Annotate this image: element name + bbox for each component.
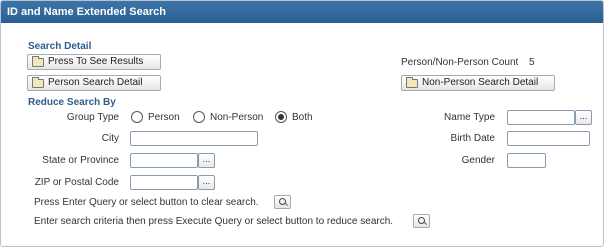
radio-both-label: Both [292, 112, 313, 123]
gender-field[interactable] [507, 153, 546, 168]
radio-non-person-label: Non-Person [210, 112, 264, 123]
folder-icon [32, 77, 44, 88]
birth-date-label: Birth Date [450, 133, 495, 144]
gender-label: Gender [461, 155, 495, 166]
zip-postal-code-label: ZIP or Postal Code [34, 177, 119, 188]
press-to-see-results-button[interactable]: Press To See Results [27, 54, 161, 70]
reduce-search-button[interactable] [413, 214, 430, 228]
folder-icon [32, 56, 44, 67]
press-to-see-results-label: Press To See Results [48, 56, 144, 67]
zip-postal-code-lookup-button[interactable]: ... [198, 175, 215, 190]
state-province-field[interactable] [130, 153, 198, 168]
reduce-search-instruction: Enter search criteria then press Execute… [34, 216, 394, 227]
non-person-search-detail-button[interactable]: Non-Person Search Detail [401, 75, 555, 91]
radio-both[interactable] [275, 111, 287, 123]
person-non-person-count-label: Person/Non-Person Count [401, 57, 519, 68]
birth-date-field[interactable] [507, 131, 590, 146]
group-type-label: Group Type [66, 112, 119, 123]
clear-search-instruction: Press Enter Query or select button to cl… [34, 197, 259, 208]
radio-person-label: Person [148, 112, 180, 123]
search-icon [418, 217, 425, 224]
person-non-person-count-value: 5 [529, 57, 535, 68]
panel-title: ID and Name Extended Search [1, 1, 603, 23]
state-province-lookup-button[interactable]: ... [198, 153, 215, 168]
radio-person[interactable] [131, 111, 143, 123]
search-detail-heading: Search Detail [28, 41, 92, 52]
person-search-detail-button[interactable]: Person Search Detail [27, 75, 161, 91]
clear-search-button[interactable] [274, 195, 291, 209]
reduce-search-by-heading: Reduce Search By [28, 97, 116, 108]
name-type-label: Name Type [444, 112, 495, 123]
city-label: City [101, 133, 119, 144]
name-type-field[interactable] [507, 110, 575, 125]
radio-non-person[interactable] [193, 111, 205, 123]
folder-icon [406, 77, 418, 88]
person-search-detail-label: Person Search Detail [48, 77, 143, 88]
id-name-extended-search-panel: ID and Name Extended Search Search Detai… [0, 0, 604, 247]
city-field[interactable] [130, 131, 258, 146]
search-icon [279, 198, 286, 205]
zip-postal-code-field[interactable] [130, 175, 198, 190]
state-province-label: State or Province [42, 155, 119, 166]
non-person-search-detail-label: Non-Person Search Detail [422, 77, 539, 88]
name-type-lookup-button[interactable]: ... [575, 110, 592, 125]
